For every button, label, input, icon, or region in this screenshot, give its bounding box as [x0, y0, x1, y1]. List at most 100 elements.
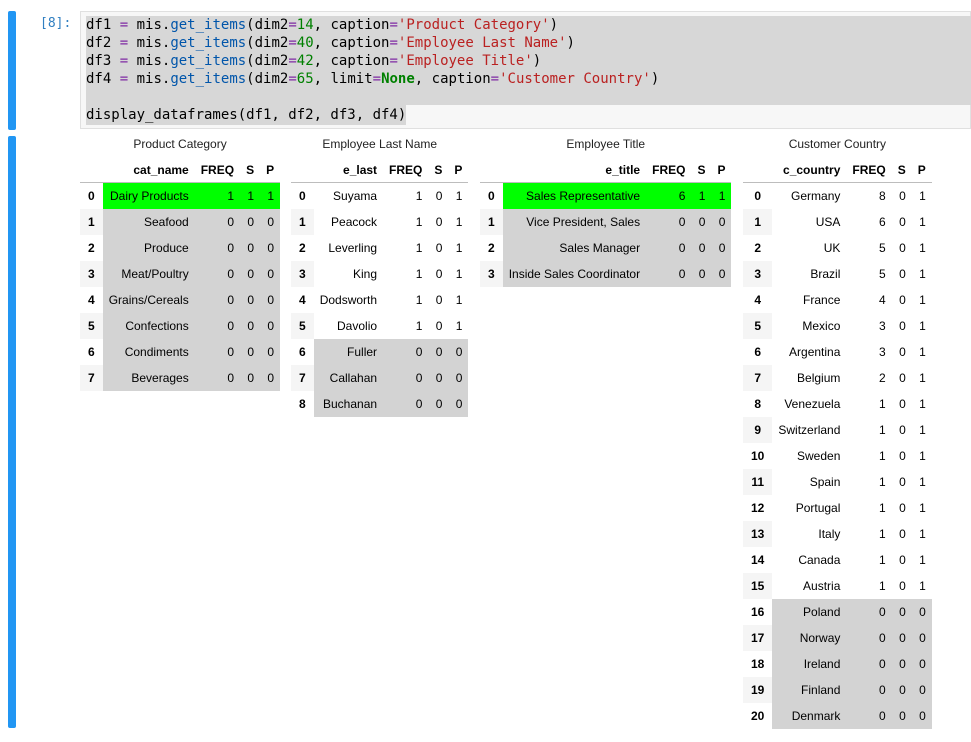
table-cell: Sales Representative: [502, 182, 647, 209]
code-token: ): [549, 17, 559, 33]
table-cell: UK: [823, 241, 841, 255]
table-cell: 0: [899, 215, 906, 229]
code-token: , caption: [313, 53, 390, 69]
row-index: 0: [299, 189, 306, 203]
table-cell: 1: [919, 475, 926, 489]
code-token: 42: [296, 53, 314, 69]
table-cell: 1: [919, 293, 926, 307]
table-cell: Sales Manager: [502, 235, 647, 261]
table-cell: 1: [711, 182, 732, 209]
table-cell: Seafood: [102, 209, 195, 235]
table-cell: 0: [911, 677, 932, 703]
table-cell: Brazil: [810, 267, 841, 281]
code-token: =: [119, 17, 129, 33]
table-cell: 0: [899, 267, 906, 281]
table-cell: 0: [448, 339, 469, 365]
table-cell: 1: [919, 553, 926, 567]
table-cell: 4: [879, 293, 886, 307]
row-index: 10: [751, 449, 765, 463]
code-token: mis.: [128, 35, 171, 51]
row-index: 4: [299, 293, 306, 307]
code-text[interactable]: df1 = mis.get_items(dim2=14, caption='Pr…: [86, 16, 659, 124]
table-cell: 0: [240, 261, 261, 287]
table-cell: 0: [435, 267, 443, 281]
table-cell: Venezuela: [784, 397, 841, 411]
table-cell: 1: [455, 267, 463, 281]
code-token: =: [490, 71, 500, 87]
row-index: 0: [488, 189, 495, 203]
code-token: , caption: [414, 71, 491, 87]
row-index: 3: [291, 261, 314, 287]
table-cell: 0: [899, 319, 906, 333]
input-cell-indicator[interactable]: [8, 11, 16, 130]
code-line: display_dataframes(df1, df2, df3, df4): [86, 106, 659, 124]
table-cell: 1: [879, 475, 886, 489]
table-cell: 0: [899, 241, 906, 255]
table-cell: 0: [691, 235, 712, 261]
table-caption: Customer Country: [788, 137, 887, 151]
table-cell: 1: [455, 241, 463, 255]
table-cell: 0: [646, 235, 692, 261]
table-cell: 0: [435, 319, 443, 333]
table-cell: 0: [428, 391, 449, 417]
table-row: 5 Mexico 3 0 1: [743, 313, 932, 339]
table-row: 10 Sweden 1 0 1: [743, 443, 932, 469]
code-token: df4: [86, 71, 120, 87]
code-token: =: [288, 17, 297, 33]
code-token: ): [566, 35, 575, 51]
output-cell-indicator[interactable]: [8, 136, 16, 728]
code-token: get_items: [170, 17, 247, 33]
row-index: 1: [291, 209, 314, 235]
row-index: 5: [291, 313, 314, 339]
execution-count: [8]:: [40, 16, 72, 31]
table-cell: Condiments: [102, 339, 195, 365]
table-row: 2 Produce 0 0 0: [80, 235, 281, 261]
code-token: display_dataframes(df1, df2, df3, df4): [86, 107, 407, 123]
row-index: 11: [743, 469, 773, 495]
table-row: 8 Venezuela 1 0 1: [743, 391, 932, 417]
table-cell: 1: [919, 319, 926, 333]
table-row: 5 Davolio 1 0 1: [291, 313, 468, 339]
table-cell: Denmark: [772, 703, 847, 729]
table-row: 0 Germany 8 0 1: [743, 183, 932, 210]
table-cell: 1: [919, 241, 926, 255]
code-token: mis.: [128, 53, 171, 69]
table-cell: 0: [899, 553, 906, 567]
table-cell: 0: [646, 209, 692, 235]
code-token: =: [372, 71, 382, 87]
table-cell: 0: [260, 365, 281, 391]
table-cell: 0: [911, 599, 932, 625]
code-token: 'Employee Last Name': [397, 35, 567, 51]
table-cell: 0: [691, 209, 712, 235]
table-cell: 1: [415, 241, 423, 255]
row-index: 2: [299, 241, 306, 255]
table-cell: Leverling: [328, 241, 378, 255]
table-cell: 6: [646, 182, 692, 209]
table-cell: 1: [919, 579, 926, 593]
table-cell: 0: [435, 241, 443, 255]
table-cell: 1: [919, 423, 926, 437]
table-cell: Spain: [809, 475, 841, 489]
table-row: 4 Grains/Cereals 0 0 0: [80, 287, 281, 313]
code-token: =: [288, 71, 297, 87]
code-token: (dim2: [246, 53, 289, 69]
row-index: 16: [751, 605, 765, 619]
table-row: 4 France 4 0 1: [743, 287, 932, 313]
table-cell: 1: [919, 267, 926, 281]
row-index: 4: [754, 293, 762, 307]
row-index: 2: [754, 241, 762, 255]
row-index: 8: [299, 397, 306, 411]
table-cell: Produce: [102, 235, 195, 261]
table-cell: 1: [879, 527, 886, 541]
row-index: 3: [480, 261, 503, 287]
table-row: 5 Confections 0 0 0: [80, 313, 281, 339]
table-cell: 1: [415, 293, 423, 307]
table-cell: 0: [911, 703, 932, 729]
table-cell: 0: [260, 287, 281, 313]
column-header: S: [428, 158, 449, 183]
table-cell: King: [353, 267, 378, 281]
table-cell: Canada: [798, 553, 841, 567]
row-index: 7: [743, 365, 773, 391]
code-token: , limit: [313, 71, 373, 87]
